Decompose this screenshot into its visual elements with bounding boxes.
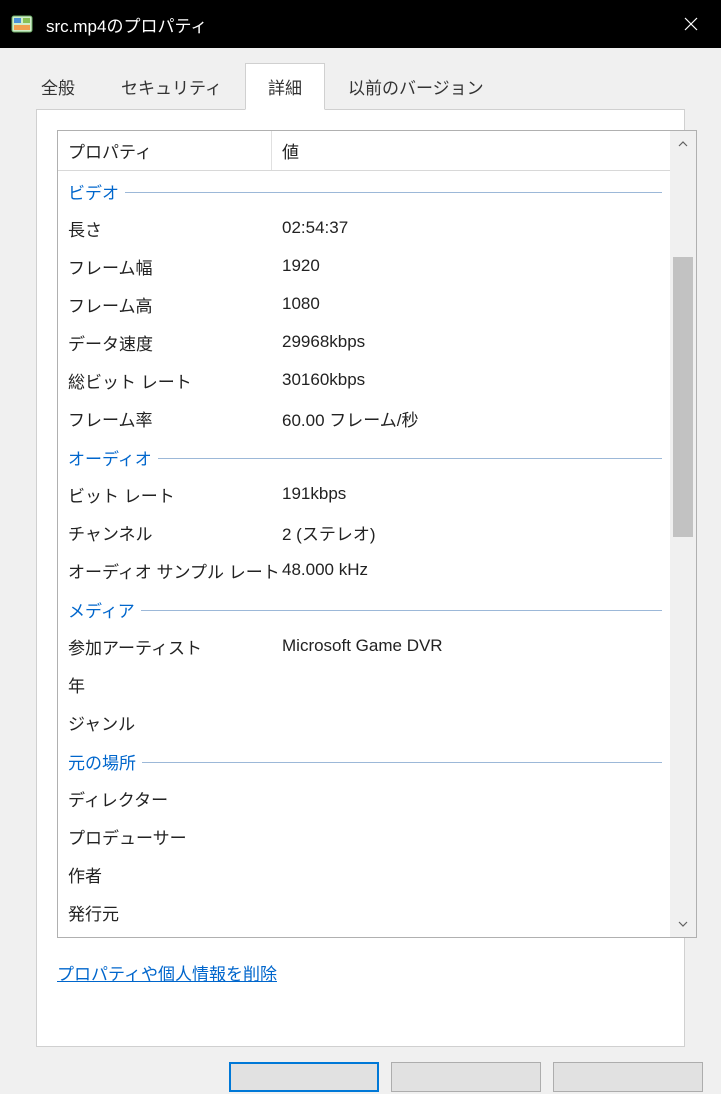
section-header-audio: オーディオ — [58, 437, 670, 475]
prop-label: ジャンル — [58, 710, 272, 735]
scroll-thumb[interactable] — [673, 257, 693, 537]
tab-security[interactable]: セキュリティ — [98, 63, 245, 110]
table-row[interactable]: 参加アーティスト Microsoft Game DVR — [58, 627, 670, 665]
table-row[interactable]: ジャンル — [58, 703, 670, 741]
tab-panel-details: プロパティ 値 ビデオ 長さ 02:54:37 フレーム幅 1 — [36, 109, 685, 1047]
prop-label: 発行元 — [58, 900, 272, 925]
prop-label: フレーム高 — [58, 292, 272, 317]
prop-label: フレーム率 — [58, 406, 272, 431]
cancel-button[interactable] — [391, 1062, 541, 1092]
scroll-down-arrow[interactable] — [670, 911, 696, 937]
table-row[interactable]: 年 — [58, 665, 670, 703]
table-row[interactable]: オーディオ サンプル レート 48.000 kHz — [58, 551, 670, 589]
remove-properties-link[interactable]: プロパティや個人情報を削除 — [57, 960, 277, 985]
column-headers: プロパティ 値 — [58, 131, 696, 171]
prop-label: ビット レート — [58, 482, 272, 507]
scroll-track[interactable] — [670, 157, 696, 911]
listview-body: ビデオ 長さ 02:54:37 フレーム幅 1920 フレーム高 1080 — [58, 171, 670, 937]
prop-value: 1920 — [272, 256, 670, 276]
table-row[interactable]: データ速度 29968kbps — [58, 323, 670, 361]
section-rule — [125, 192, 662, 193]
table-row[interactable]: 長さ 02:54:37 — [58, 209, 670, 247]
table-row[interactable]: プロデューサー — [58, 817, 670, 855]
prop-value: Microsoft Game DVR — [272, 636, 670, 656]
close-button[interactable] — [661, 0, 721, 48]
tab-details[interactable]: 詳細 — [245, 63, 325, 110]
window-title: src.mp4のプロパティ — [46, 12, 207, 37]
app-icon — [10, 12, 34, 36]
prop-value: 30160kbps — [272, 370, 670, 390]
section-rule — [158, 458, 662, 459]
prop-value: 02:54:37 — [272, 218, 670, 238]
tab-general[interactable]: 全般 — [18, 63, 98, 110]
scroll-up-arrow[interactable] — [670, 131, 696, 157]
prop-value: 1080 — [272, 294, 670, 314]
table-row[interactable]: コンテンツ プロバイダー — [58, 931, 670, 937]
table-row[interactable]: ディレクター — [58, 779, 670, 817]
column-header-property[interactable]: プロパティ — [58, 131, 272, 170]
prop-label: ディレクター — [58, 786, 272, 811]
prop-value: 2 (ステレオ) — [272, 520, 670, 545]
section-header-origin: 元の場所 — [58, 741, 670, 779]
tab-previous-versions[interactable]: 以前のバージョン — [325, 63, 507, 110]
dialog-body: 全般 セキュリティ 詳細 以前のバージョン プロパティ 値 ビデオ — [0, 48, 721, 1094]
prop-label: 年 — [58, 672, 272, 697]
table-row[interactable]: 作者 — [58, 855, 670, 893]
prop-label: オーディオ サンプル レート — [58, 558, 272, 583]
prop-label: データ速度 — [58, 330, 272, 355]
prop-label: 総ビット レート — [58, 368, 272, 393]
prop-label: プロデューサー — [58, 824, 272, 849]
prop-value: 29968kbps — [272, 332, 670, 352]
table-row[interactable]: ビット レート 191kbps — [58, 475, 670, 513]
section-rule — [142, 762, 662, 763]
tabs: 全般 セキュリティ 詳細 以前のバージョン — [18, 62, 703, 109]
property-listview: プロパティ 値 ビデオ 長さ 02:54:37 フレーム幅 1 — [57, 130, 697, 938]
prop-label: チャンネル — [58, 520, 272, 545]
section-header-video: ビデオ — [58, 171, 670, 209]
titlebar: src.mp4のプロパティ — [0, 0, 721, 48]
table-row[interactable]: チャンネル 2 (ステレオ) — [58, 513, 670, 551]
table-row[interactable]: フレーム幅 1920 — [58, 247, 670, 285]
ok-button[interactable] — [229, 1062, 379, 1092]
section-header-media: メディア — [58, 589, 670, 627]
table-row[interactable]: 発行元 — [58, 893, 670, 931]
table-row[interactable]: フレーム率 60.00 フレーム/秒 — [58, 399, 670, 437]
prop-label: フレーム幅 — [58, 254, 272, 279]
prop-label: 作者 — [58, 862, 272, 887]
prop-label: 長さ — [58, 216, 272, 241]
section-rule — [141, 610, 662, 611]
column-header-value[interactable]: 値 — [272, 131, 696, 170]
prop-label: 参加アーティスト — [58, 634, 272, 659]
vertical-scrollbar[interactable] — [670, 131, 696, 937]
tabs-area: 全般 セキュリティ 詳細 以前のバージョン プロパティ 値 ビデオ — [0, 48, 721, 1047]
dialog-buttons — [229, 1062, 703, 1094]
prop-value: 48.000 kHz — [272, 560, 670, 580]
prop-value: 191kbps — [272, 484, 670, 504]
prop-value: 60.00 フレーム/秒 — [272, 406, 670, 431]
apply-button[interactable] — [553, 1062, 703, 1092]
table-row[interactable]: フレーム高 1080 — [58, 285, 670, 323]
table-row[interactable]: 総ビット レート 30160kbps — [58, 361, 670, 399]
